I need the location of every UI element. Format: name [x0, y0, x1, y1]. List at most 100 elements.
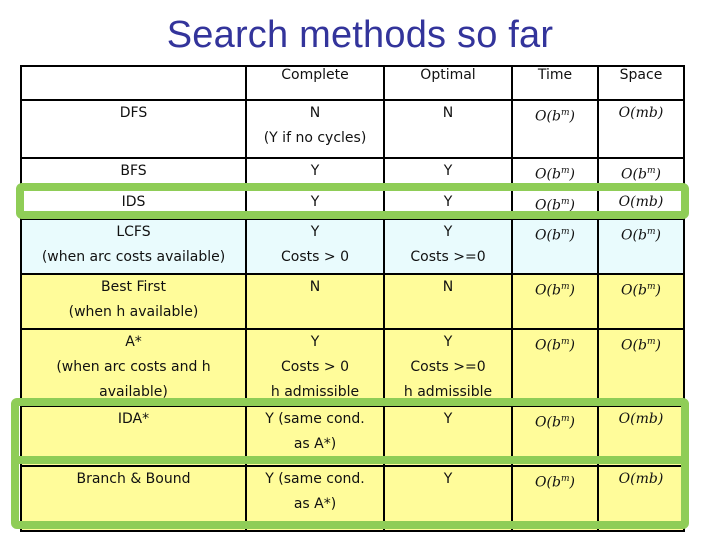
time-cell: O(bm) — [511, 99, 599, 159]
optimal-cell-line: h admissible — [403, 384, 493, 401]
table-row: Branch & Bound Y (same cond. as A*) Y O(bm) O… — [20, 465, 685, 533]
optimal-cell: Y — [383, 465, 513, 533]
optimal-cell-line: Y — [443, 224, 453, 241]
space-complexity: O(mb) — [618, 471, 664, 488]
exponent: m — [646, 166, 656, 176]
table-row: IDS Y Y O(bm) O(mb) — [20, 187, 685, 221]
header-cell-method — [20, 65, 247, 101]
time-complexity: O(bm) — [535, 108, 575, 125]
exponent: m — [560, 108, 570, 118]
header-cell-optimal: Optimal — [383, 65, 513, 101]
table-row: Best First (when h available) N N O(bm) O(bm) — [20, 273, 685, 331]
exponent: m — [560, 227, 570, 238]
space-cell: O(bm) — [597, 218, 685, 276]
exponent: m — [646, 282, 656, 293]
complete-cell-line: as A*) — [293, 436, 337, 453]
time-cell: O(bm) — [511, 157, 599, 190]
method-cell: Branch & Bound — [20, 465, 247, 533]
method-cell-line: IDA* — [117, 411, 150, 428]
optimal-cell-line: Y — [443, 193, 453, 210]
time-complexity: O(bm) — [535, 166, 575, 183]
exponent: m — [646, 337, 656, 348]
complete-cell-line: Y (same cond. — [265, 471, 365, 488]
optimal-cell-line: Y — [443, 163, 453, 179]
table-row: BFS Y Y O(bm) O(bm) — [20, 157, 685, 190]
method-cell-line: LCFS — [116, 224, 151, 241]
table-row: A* (when arc costs and h available) Y Costs … — [20, 328, 685, 408]
space-cell: O(bm) — [597, 328, 685, 408]
time-complexity: O(bm) — [535, 414, 575, 431]
optimal-cell: Y Costs >=0 — [383, 218, 513, 276]
space-cell: O(mb) — [597, 187, 685, 221]
time-complexity: O(bm) — [535, 196, 575, 214]
time-cell: O(bm) — [511, 328, 599, 408]
space-cell: O(mb) — [597, 465, 685, 533]
complete-cell-line: Costs > 0 — [281, 249, 349, 266]
space-complexity: O(mb) — [618, 105, 664, 121]
space-cell: O(bm) — [597, 157, 685, 190]
header-cell-time: Time — [511, 65, 599, 101]
complete-cell: N — [245, 273, 385, 331]
complete-cell-line: (Y if no cycles) — [263, 130, 367, 146]
space-cell: O(bm) — [597, 273, 685, 331]
exponent: m — [560, 196, 570, 207]
optimal-cell: N — [383, 273, 513, 331]
header-cell-space: Space — [597, 65, 685, 101]
complete-cell-line: h admissible — [270, 384, 360, 401]
space-complexity: O(mb) — [618, 193, 664, 210]
exponent: m — [560, 474, 570, 485]
optimal-cell: Y — [383, 187, 513, 221]
method-cell-line: (when arc costs available) — [41, 249, 226, 266]
time-complexity: O(bm) — [535, 282, 575, 299]
space-cell: O(mb) — [597, 99, 685, 159]
complete-cell-line: as A*) — [293, 496, 337, 513]
optimal-cell: Y Costs >=0 h admissible — [383, 328, 513, 408]
complete-cell: Y (same cond. as A*) — [245, 465, 385, 533]
table-row: LCFS (when arc costs available) Y Costs > 0… — [20, 218, 685, 276]
table-row: DFS N (Y if no cycles) N O(bm) O(mb) — [20, 99, 685, 159]
optimal-cell: N — [383, 99, 513, 159]
method-cell-line: Best First — [101, 279, 166, 296]
table-header-row: Complete Optimal Time Space — [20, 65, 685, 101]
time-cell: O(bm) — [511, 218, 599, 276]
complete-cell-line: Y — [310, 224, 320, 241]
time-complexity: O(bm) — [535, 337, 575, 354]
complete-cell-line: Y — [310, 163, 320, 179]
optimal-cell-line: Costs >=0 — [410, 359, 486, 376]
time-cell: O(bm) — [511, 465, 599, 533]
complete-cell: Y — [245, 187, 385, 221]
method-cell: DFS — [20, 99, 247, 159]
method-cell-line: available) — [99, 384, 168, 401]
optimal-cell-line: Costs >=0 — [410, 249, 486, 266]
space-complexity: O(bm) — [621, 227, 661, 244]
highlight-divider — [11, 456, 689, 464]
exponent: m — [560, 166, 570, 176]
optimal-cell-line: Y — [443, 411, 453, 428]
method-cell: BFS — [20, 157, 247, 190]
method-cell: A* (when arc costs and h available) — [20, 328, 247, 408]
space-complexity: O(bm) — [621, 337, 661, 354]
method-cell-line: (when arc costs and h — [56, 359, 211, 376]
optimal-cell-line: Y — [443, 471, 453, 488]
complete-cell: Y — [245, 157, 385, 190]
method-cell: LCFS (when arc costs available) — [20, 218, 247, 276]
complete-cell: Y Costs > 0 h admissible — [245, 328, 385, 408]
method-cell-line: Branch & Bound — [76, 471, 191, 488]
complete-cell: N (Y if no cycles) — [245, 99, 385, 159]
complete-cell-line: N — [309, 105, 321, 121]
complete-cell: Y Costs > 0 — [245, 218, 385, 276]
time-complexity: O(bm) — [535, 227, 575, 244]
exponent: m — [646, 227, 656, 238]
method-cell-line: A* — [125, 334, 142, 351]
optimal-cell-line: N — [442, 279, 454, 296]
method-cell-line: IDS — [121, 193, 146, 210]
time-cell: O(bm) — [511, 273, 599, 331]
complete-cell-line: Y — [310, 193, 320, 210]
method-cell: Best First (when h available) — [20, 273, 247, 331]
exponent: m — [560, 337, 570, 348]
table-body: DFS N (Y if no cycles) N O(bm) O(mb) BFS Y Y O(bm… — [20, 99, 685, 533]
complete-cell-line: Costs > 0 — [281, 359, 349, 376]
slide-title: Search methods so far — [166, 14, 554, 56]
complete-cell-line: Y (same cond. — [265, 411, 365, 428]
complete-cell-line: Y — [310, 334, 320, 351]
